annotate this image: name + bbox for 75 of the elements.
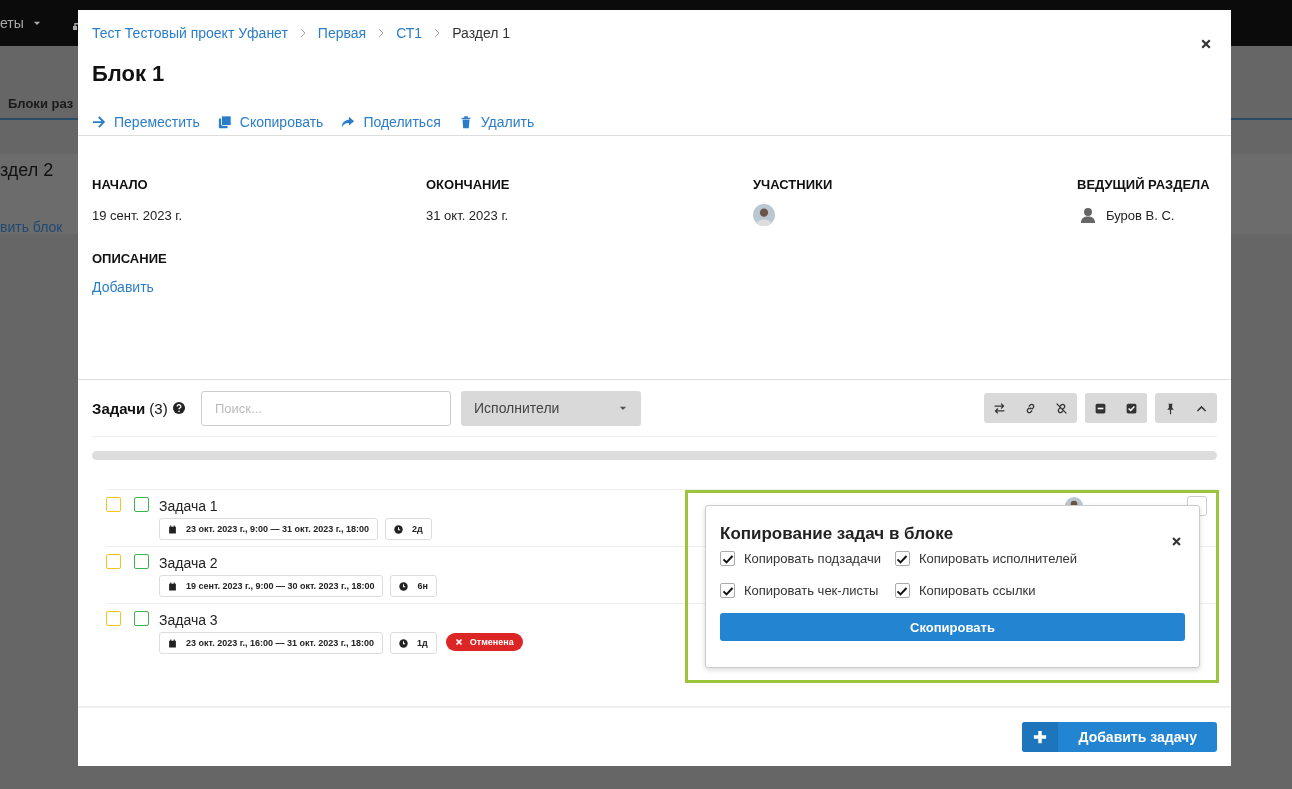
clock-icon: [399, 638, 409, 648]
task-name[interactable]: Задача 3: [159, 612, 523, 628]
checkbox[interactable]: [720, 583, 735, 598]
breadcrumb-current: Раздел 1: [452, 25, 511, 41]
action-link[interactable]: Удалить: [458, 114, 535, 130]
option-label: Копировать чек-листы: [744, 583, 879, 598]
pin-icon: [1164, 401, 1177, 415]
nav-menu-item[interactable]: еты: [0, 15, 24, 31]
duration-chip: 2д: [385, 518, 432, 540]
arrow-right-icon: [92, 115, 106, 129]
field-value: 31 окт. 2023 г.: [426, 207, 509, 223]
task-checkbox[interactable]: [134, 554, 149, 569]
assignee-dropdown[interactable]: Исполнители: [461, 390, 641, 426]
task-name[interactable]: Задача 1: [159, 498, 432, 514]
close-button[interactable]: [1171, 536, 1182, 547]
close-icon: [454, 638, 463, 646]
person-name: Буров В. С.: [1106, 207, 1175, 223]
breadcrumb-link[interactable]: Первая: [317, 25, 367, 41]
plus-icon: [1032, 730, 1047, 744]
link-icon: [1024, 401, 1037, 415]
swap-arrows-icon: [993, 401, 1006, 415]
duration-chip: 1д: [390, 632, 437, 654]
field-value: 19 сент. 2023 г.: [92, 207, 183, 223]
calendar-icon: [168, 524, 177, 534]
add-task-button[interactable]: Добавить задачу: [1021, 722, 1217, 752]
tasks-title: Задачи (3): [92, 399, 168, 417]
checkbox[interactable]: [894, 583, 910, 598]
date-range-chip: 19 сент. 2023 г., 9:00 — 30 окт. 2023 г., 18:00: [159, 575, 384, 597]
option-label: Копировать исполнителей: [918, 551, 1077, 566]
close-icon: [1200, 38, 1212, 50]
popover-title: Копирование задач в блоке: [720, 524, 954, 544]
breadcrumb-link[interactable]: СТ1: [396, 25, 423, 41]
calendar-icon: [168, 638, 177, 648]
section-tab[interactable]: Блоки раз: [8, 96, 74, 118]
task-name[interactable]: Задача 2: [159, 555, 437, 571]
clock-icon: [394, 524, 404, 534]
option-label: Копировать подзадачи: [744, 551, 881, 566]
checkbox[interactable]: [894, 551, 910, 566]
duration-chip: 6н: [390, 575, 437, 597]
field-label: УЧАСТНИКИ: [753, 177, 834, 193]
action-link[interactable]: Переместить: [92, 114, 200, 130]
field-label: ОПИСАНИЕ: [92, 251, 168, 267]
clock-icon: [399, 581, 409, 591]
breadcrumb-link[interactable]: Тест Тестовый проект Уфанет: [92, 25, 288, 41]
date-range-chip: 23 окт. 2023 г., 16:00 — 31 окт. 2023 г., 18:00: [159, 632, 384, 654]
task-checkbox[interactable]: [106, 554, 121, 569]
field-label: ОКОНЧАНИЕ: [426, 177, 511, 193]
date-range-chip: 23 окт. 2023 г., 9:00 — 31 окт. 2023 г., 18:00: [159, 518, 379, 540]
copy-icon: [217, 115, 232, 129]
search-field[interactable]: Поиск...: [201, 390, 451, 426]
task-checkbox[interactable]: [106, 497, 121, 512]
minus-square-icon: [1094, 401, 1107, 415]
help-icon: [172, 402, 185, 414]
block-title: Блок 1: [92, 62, 166, 86]
action-link[interactable]: Поделиться: [341, 114, 441, 130]
unlink-icon: [1055, 401, 1068, 415]
task-checkbox[interactable]: [134, 497, 149, 512]
check-square-icon: [1125, 401, 1138, 415]
field-label: ВЕДУЩИЙ РАЗДЕЛА: [1077, 177, 1211, 193]
avatar-icon: [753, 204, 775, 226]
share-icon: [341, 115, 356, 129]
add-description-link[interactable]: Добавить: [92, 279, 154, 295]
field-label: НАЧАЛО: [92, 177, 149, 193]
status-badge: Отменена: [445, 633, 523, 651]
action-link[interactable]: Скопировать: [217, 114, 324, 130]
task-checkbox[interactable]: [134, 611, 149, 626]
option-label: Копировать ссылки: [918, 583, 1036, 598]
calendar-icon: [168, 581, 177, 591]
section-heading: здел 2: [0, 160, 55, 181]
task-checkbox[interactable]: [106, 611, 121, 626]
copy-button[interactable]: Скопировать: [720, 613, 1185, 641]
close-button[interactable]: [1199, 37, 1213, 51]
close-icon: [1171, 536, 1182, 547]
user-icon: [1080, 207, 1096, 223]
checkbox[interactable]: [720, 551, 735, 566]
